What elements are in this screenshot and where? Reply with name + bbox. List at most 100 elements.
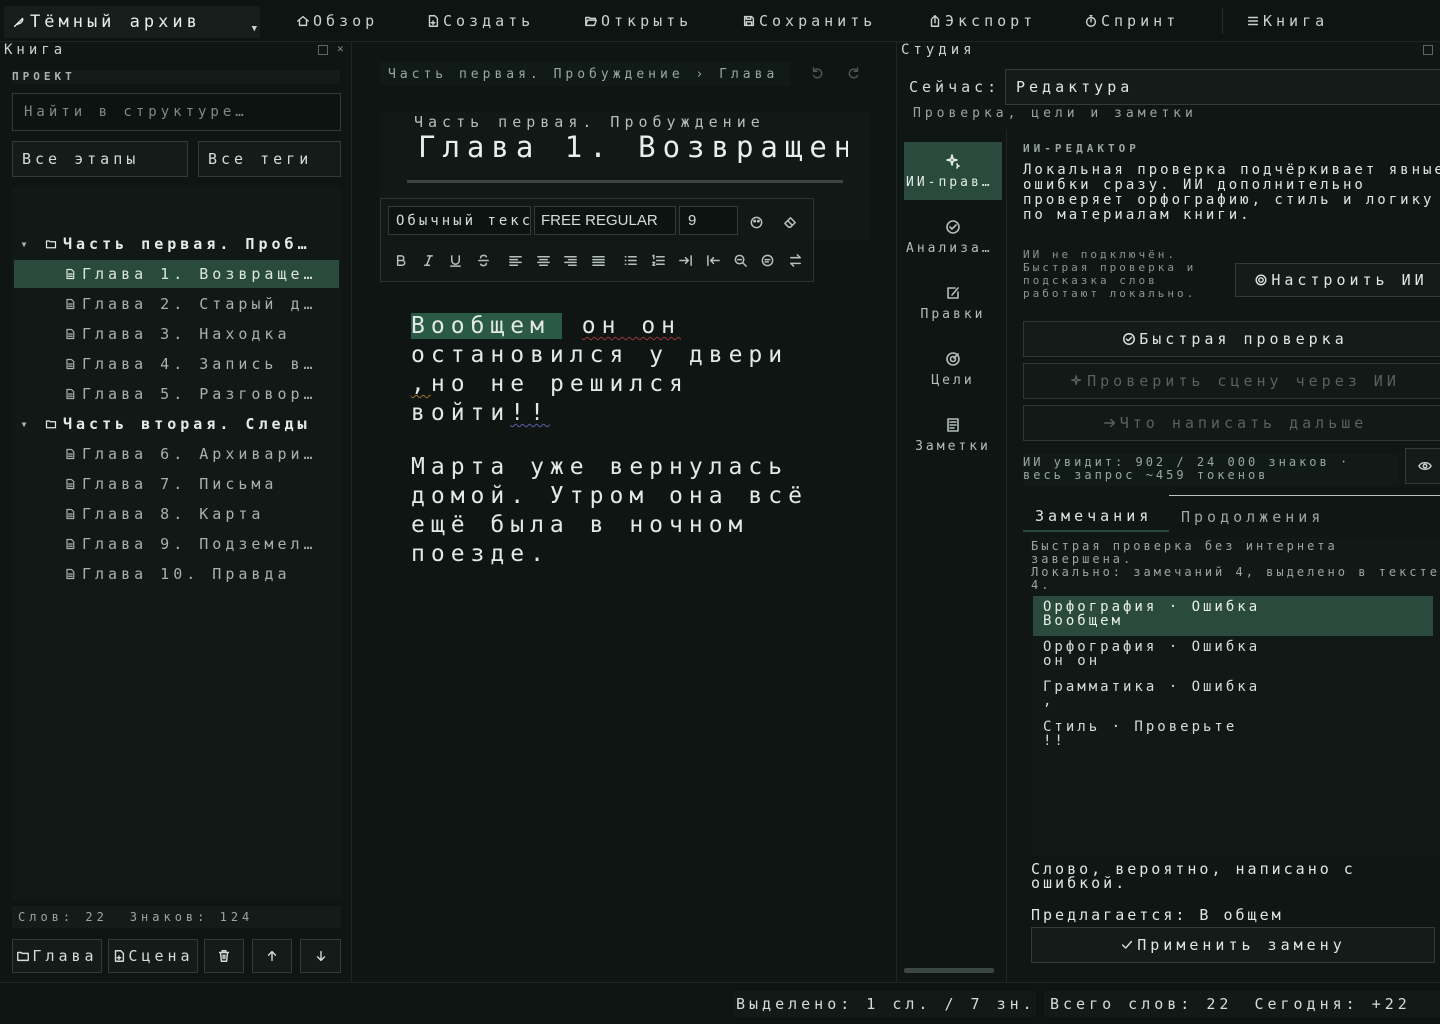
tree-chapter-item[interactable]: Глава 10. Правда bbox=[14, 560, 339, 588]
configure-ai-button[interactable]: Настроить ИИ bbox=[1235, 263, 1440, 297]
tree-chapter-item[interactable]: Глава 6. Архивариус bbox=[14, 440, 339, 468]
spelling-error-highlight[interactable]: Вообщем bbox=[411, 313, 562, 339]
palette-icon[interactable] bbox=[747, 213, 765, 231]
stage-filter-select[interactable]: Все этапы bbox=[12, 141, 188, 177]
tab-analyzer[interactable]: Анализатор bbox=[904, 208, 1002, 266]
remark-item[interactable]: Орфография · Ошибка он он bbox=[1033, 636, 1433, 676]
font-size-select[interactable]: 9 bbox=[679, 206, 738, 235]
tree-chapter-item[interactable]: Глава 4. Запись в дневнике bbox=[14, 350, 339, 378]
remark-item[interactable]: Орфография · Ошибка Вообщем bbox=[1033, 596, 1433, 636]
align-left-icon[interactable] bbox=[506, 251, 524, 269]
studio-panel: Студия Сейчас: Редактура Проверка, цели … bbox=[896, 42, 1440, 982]
undo-icon[interactable] bbox=[810, 66, 824, 80]
move-down-button[interactable] bbox=[300, 939, 341, 973]
align-right-icon[interactable] bbox=[561, 251, 579, 269]
manuscript-text[interactable]: Вообщем он он остановился у двери ,но не… bbox=[411, 312, 831, 594]
rail-scrollbar[interactable] bbox=[904, 968, 994, 973]
tab-ai-edits[interactable]: ИИ-правки bbox=[904, 142, 1002, 200]
tree-chapter-item[interactable]: Глава 9. Подземелье bbox=[14, 530, 339, 558]
bullet-list-icon[interactable] bbox=[621, 251, 639, 269]
tree-item-label: Глава 9. Подземелье bbox=[82, 535, 318, 553]
breadcrumb: Часть первая. Пробуждение › Глава 1. Воз… bbox=[380, 62, 790, 86]
tab-goals[interactable]: Цели bbox=[904, 340, 1002, 398]
style-issue[interactable]: !! bbox=[510, 400, 550, 426]
document-icon bbox=[64, 388, 76, 400]
project-switcher[interactable]: Тёмный архив ▼ bbox=[4, 6, 260, 38]
paragraph-style-select[interactable]: Обычный текст bbox=[388, 206, 531, 235]
tree-part-item[interactable]: ▼ Часть первая. Пробуждение bbox=[14, 230, 339, 258]
numbered-list-icon[interactable] bbox=[649, 251, 667, 269]
mode-label: Сейчас: bbox=[909, 78, 1001, 96]
create-button[interactable]: Создать bbox=[426, 10, 534, 32]
add-chapter-button[interactable]: Глава bbox=[12, 939, 102, 973]
suggest-next-button[interactable]: Что написать дальше bbox=[1023, 405, 1440, 441]
tab-continuations[interactable]: Продолжения bbox=[1169, 502, 1369, 532]
check-status: Быстрая проверка без интернета завершена… bbox=[1031, 539, 1440, 592]
sparkle-icon bbox=[1070, 374, 1084, 388]
indent-icon[interactable] bbox=[676, 251, 694, 269]
eraser-icon[interactable] bbox=[781, 213, 799, 231]
comment-icon[interactable] bbox=[758, 251, 776, 269]
structure-search-input[interactable] bbox=[12, 93, 341, 131]
tab-divider bbox=[1169, 495, 1440, 496]
font-select[interactable]: FREE REGULAR bbox=[534, 206, 676, 235]
expand-toggle-icon[interactable]: ▼ bbox=[17, 240, 31, 249]
remark-item[interactable]: Стиль · Проверьте !! bbox=[1033, 716, 1433, 756]
tree-chapter-item[interactable]: Глава 7. Письма bbox=[14, 470, 339, 498]
mode-select[interactable]: Редактура bbox=[1005, 69, 1440, 105]
remark-item[interactable]: Грамматика · Ошибка , bbox=[1033, 676, 1433, 716]
tab-remarks[interactable]: Замечания bbox=[1023, 502, 1169, 532]
ai-context-counter: ИИ увидит: 902 / 24 000 знаков · весь за… bbox=[1023, 454, 1399, 486]
tree-chapter-item[interactable]: Глава 8. Карта bbox=[14, 500, 339, 528]
tag-filter-select[interactable]: Все теги bbox=[198, 141, 341, 177]
redo-icon[interactable] bbox=[847, 66, 861, 80]
folder-icon bbox=[45, 238, 57, 250]
italic-icon[interactable] bbox=[419, 251, 437, 269]
sprint-button[interactable]: Спринт bbox=[1084, 10, 1179, 32]
tree-part-item[interactable]: ▼ Часть вторая. Следы bbox=[14, 410, 339, 438]
chapter-title[interactable]: Глава 1. Возвращение bbox=[418, 130, 848, 164]
tab-notes[interactable]: Заметки bbox=[904, 406, 1002, 464]
tree-chapter-item[interactable]: Глава 5. Разговор с отцом bbox=[14, 380, 339, 408]
close-icon[interactable]: ✕ bbox=[337, 42, 347, 55]
document-icon bbox=[64, 268, 76, 280]
check-scene-ai-button[interactable]: Проверить сцену через ИИ bbox=[1023, 363, 1440, 399]
tab-edits[interactable]: Правки bbox=[904, 274, 1002, 332]
repeat-word-error[interactable]: он он bbox=[582, 313, 681, 339]
delete-button[interactable] bbox=[204, 939, 244, 973]
book-panel-button[interactable]: Книга bbox=[1246, 10, 1328, 32]
overview-button[interactable]: Обзор bbox=[296, 10, 378, 32]
save-button[interactable]: Сохранить bbox=[742, 10, 876, 32]
tree-chapter-item[interactable]: Глава 3. Находка bbox=[14, 320, 339, 348]
ai-offline-note: ИИ не подключён. Быстрая проверка и подс… bbox=[1023, 248, 1197, 300]
zoom-out-icon[interactable] bbox=[731, 251, 749, 269]
tree-chapter-item[interactable]: Глава 2. Старый дом bbox=[14, 290, 339, 318]
status-bar: Выделено: 1 сл. / 7 зн. Всего слов: 22 С… bbox=[0, 982, 1440, 1024]
align-justify-icon[interactable] bbox=[589, 251, 607, 269]
float-panel-icon[interactable] bbox=[1423, 45, 1433, 55]
punctuation-error[interactable]: , bbox=[411, 371, 431, 397]
swap-icon[interactable] bbox=[786, 251, 804, 269]
char-count: Знаков: 124 bbox=[129, 910, 254, 924]
book-stats: Слов: 22 Знаков: 124 bbox=[12, 906, 341, 928]
expand-toggle-icon[interactable]: ▼ bbox=[17, 420, 31, 429]
strikethrough-icon[interactable] bbox=[474, 251, 492, 269]
paragraph: Вообщем он он остановился у двери ,но не… bbox=[411, 313, 789, 426]
float-panel-icon[interactable] bbox=[318, 45, 328, 55]
open-button[interactable]: Открыть bbox=[584, 10, 692, 32]
tree-item-label: Глава 1. Возвращение bbox=[82, 265, 318, 283]
outdent-icon[interactable] bbox=[704, 251, 722, 269]
add-scene-button[interactable]: Сцена bbox=[108, 939, 198, 973]
align-center-icon[interactable] bbox=[534, 251, 552, 269]
apply-replacement-button[interactable]: Применить замену bbox=[1031, 927, 1435, 963]
underline-icon[interactable] bbox=[446, 251, 464, 269]
document-icon bbox=[64, 568, 76, 580]
preview-context-button[interactable] bbox=[1405, 448, 1440, 484]
mode-description: Проверка, цели и заметки bbox=[913, 106, 1197, 121]
tree-chapter-item[interactable]: Глава 1. Возвращение bbox=[14, 260, 339, 288]
move-up-button[interactable] bbox=[252, 939, 292, 973]
export-button[interactable]: Экспорт bbox=[928, 10, 1036, 32]
quick-check-button[interactable]: Быстрая проверка bbox=[1023, 321, 1440, 357]
menu-icon bbox=[1246, 14, 1260, 28]
bold-icon[interactable] bbox=[391, 251, 409, 269]
